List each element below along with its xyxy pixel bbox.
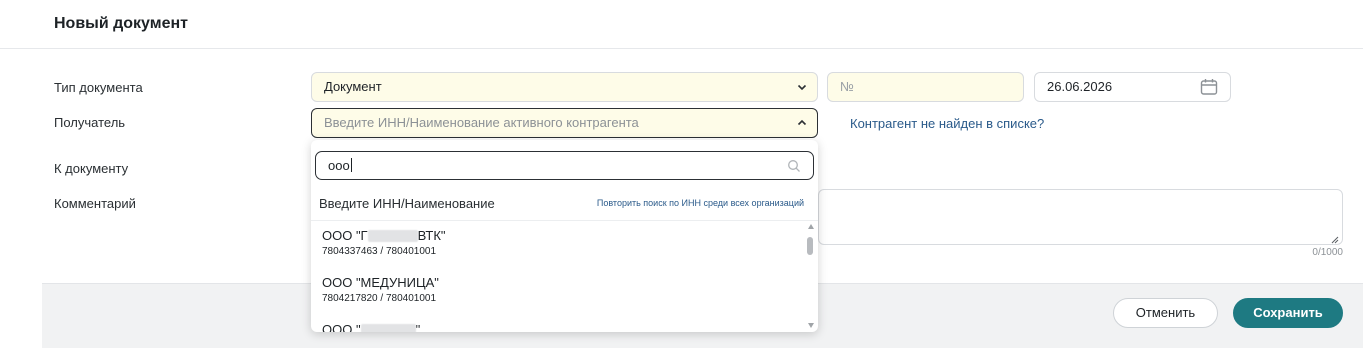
resize-handle-icon[interactable] xyxy=(1330,232,1339,244)
search-value: ооо xyxy=(328,158,350,173)
dropdown-hint: Введите ИНН/Наименование xyxy=(319,196,495,211)
doc-number-placeholder: № xyxy=(840,79,854,94)
chevron-down-icon xyxy=(797,82,807,92)
to-document-label: К документу xyxy=(54,161,129,176)
recipient-label: Получатель xyxy=(54,115,126,130)
recipient-dropdown: ооо Введите ИНН/Наименование Повторить п… xyxy=(311,140,818,332)
comment-textarea[interactable] xyxy=(818,189,1343,245)
doc-type-label: Тип документа xyxy=(54,80,143,95)
counterparty-list: ООО "Г ВТК" 7804337463 / 780401001 ООО "М… xyxy=(311,224,806,332)
item-inn: 7804337463 / 780401001 xyxy=(322,246,437,257)
comment-label: Комментарий xyxy=(54,196,136,211)
list-item[interactable]: ООО "МЕДУНИЦА" 7804217820 / 780401001 xyxy=(322,271,792,315)
retry-search-link[interactable]: Повторить поиск по ИНН среди всех органи… xyxy=(597,198,804,208)
dropdown-search-input[interactable]: ооо xyxy=(315,151,814,180)
dropdown-scrollbar[interactable] xyxy=(806,224,816,328)
scrollbar-thumb[interactable] xyxy=(807,237,813,255)
doc-date-value: 26.06.2026 xyxy=(1047,79,1113,94)
scroll-up-icon[interactable] xyxy=(808,224,814,229)
item-name: ООО "МЕДУНИЦА" xyxy=(322,275,439,290)
comment-char-counter: 0/1000 xyxy=(1312,247,1343,258)
recipient-placeholder: Введите ИНН/Наименование активного контр… xyxy=(324,115,639,130)
item-inn: 7804217820 / 780401001 xyxy=(322,293,437,304)
cancel-button[interactable]: Отменить xyxy=(1113,298,1218,328)
doc-type-value: Документ xyxy=(324,79,382,94)
calendar-icon[interactable] xyxy=(1200,78,1218,96)
list-item[interactable]: ООО "Г ВТК" 7804337463 / 780401001 xyxy=(322,224,792,268)
page-title: Новый документ xyxy=(54,15,188,32)
recipient-input[interactable]: Введите ИНН/Наименование активного контр… xyxy=(311,108,818,138)
item-name: ООО " " xyxy=(322,322,420,332)
doc-type-select[interactable]: Документ xyxy=(311,72,818,102)
save-button[interactable]: Сохранить xyxy=(1233,298,1343,328)
chevron-up-icon xyxy=(797,118,807,128)
scroll-down-icon[interactable] xyxy=(808,323,814,328)
list-item[interactable]: ООО " " xyxy=(322,318,792,332)
item-name: ООО "Г ВТК" xyxy=(322,228,446,243)
counterparty-not-found-link[interactable]: Контрагент не найден в списке? xyxy=(850,116,1044,131)
search-icon xyxy=(787,159,801,173)
doc-number-input[interactable]: № xyxy=(827,72,1024,102)
doc-date-input[interactable]: 26.06.2026 xyxy=(1034,72,1231,102)
dropdown-hint-row: Введите ИНН/Наименование Повторить поиск… xyxy=(311,185,818,221)
page-header: Новый документ xyxy=(0,0,1363,49)
